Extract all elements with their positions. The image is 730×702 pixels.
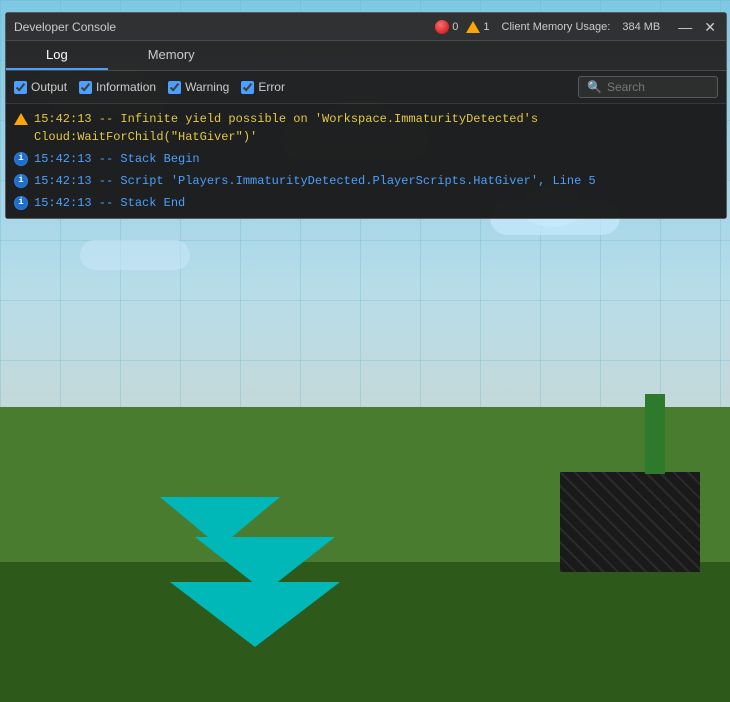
error-dot-icon xyxy=(435,20,449,34)
dark-platform xyxy=(560,472,700,572)
filter-error[interactable]: Error xyxy=(241,80,285,94)
error-checkbox[interactable] xyxy=(241,81,254,94)
filter-warning[interactable]: Warning xyxy=(168,80,229,94)
search-icon: 🔍 xyxy=(587,80,602,94)
developer-console: Developer Console 0 1 Client Memory Usag… xyxy=(5,12,727,219)
error-label: Error xyxy=(258,80,285,94)
info-icon-2: i xyxy=(14,174,28,188)
warning-triangle-icon xyxy=(466,21,480,33)
warning-label: Warning xyxy=(185,80,229,94)
tab-log[interactable]: Log xyxy=(6,41,108,70)
information-checkbox[interactable] xyxy=(79,81,92,94)
memory-label: Client Memory Usage: xyxy=(502,21,611,33)
search-box: 🔍 xyxy=(578,76,718,98)
log-text-warning: 15:42:13 -- Infinite yield possible on '… xyxy=(34,110,718,146)
green-pillar xyxy=(645,394,665,474)
warning-line-icon xyxy=(14,113,28,125)
output-label: Output xyxy=(31,80,67,94)
minimize-button[interactable]: — xyxy=(676,20,694,34)
search-input[interactable] xyxy=(607,80,707,94)
information-label: Information xyxy=(96,80,156,94)
log-output: 15:42:13 -- Infinite yield possible on '… xyxy=(6,104,726,218)
tab-memory[interactable]: Memory xyxy=(108,41,235,70)
error-count: 0 xyxy=(452,21,458,33)
teal-arrow-3 xyxy=(170,582,340,647)
log-text-info-1: 15:42:13 -- Stack Begin xyxy=(34,150,718,168)
title-bar: Developer Console 0 1 Client Memory Usag… xyxy=(6,13,726,41)
memory-value: 384 MB xyxy=(622,21,660,33)
ground-dark xyxy=(0,562,730,702)
console-title: Developer Console xyxy=(14,20,116,34)
log-line-info-1: i 15:42:13 -- Stack Begin xyxy=(6,148,726,170)
cloud-4 xyxy=(80,240,190,270)
info-icon-1: i xyxy=(14,152,28,166)
warning-badge: 1 xyxy=(466,21,489,33)
output-checkbox[interactable] xyxy=(14,81,27,94)
filter-output[interactable]: Output xyxy=(14,80,67,94)
tabs-bar: Log Memory xyxy=(6,41,726,71)
window-controls: — ✕ xyxy=(676,20,718,34)
error-badge: 0 xyxy=(435,20,458,34)
filter-information[interactable]: Information xyxy=(79,80,156,94)
close-button[interactable]: ✕ xyxy=(702,20,718,34)
warning-count: 1 xyxy=(483,21,489,33)
filter-bar: Output Information Warning Error 🔍 xyxy=(6,71,726,104)
info-icon-3: i xyxy=(14,196,28,210)
log-line-info-2: i 15:42:13 -- Script 'Players.Immaturity… xyxy=(6,170,726,192)
log-text-info-2: 15:42:13 -- Script 'Players.ImmaturityDe… xyxy=(34,172,718,190)
warning-checkbox[interactable] xyxy=(168,81,181,94)
log-text-info-3: 15:42:13 -- Stack End xyxy=(34,194,718,212)
log-line-info-3: i 15:42:13 -- Stack End xyxy=(6,192,726,214)
log-line-warning: 15:42:13 -- Infinite yield possible on '… xyxy=(6,108,726,148)
